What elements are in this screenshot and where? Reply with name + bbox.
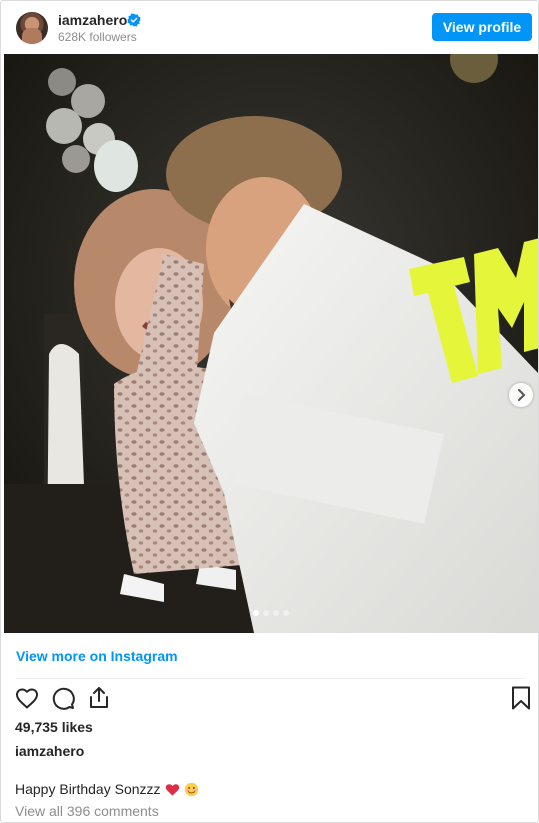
chevron-right-icon bbox=[518, 389, 525, 401]
share-icon[interactable] bbox=[86, 685, 112, 711]
instagram-embed-card: iamzahero 628K followers View profile Vi… bbox=[0, 0, 539, 823]
follower-count: 628K followers bbox=[58, 30, 137, 44]
like-count[interactable]: 49,735 likes bbox=[15, 719, 93, 736]
heart-icon[interactable] bbox=[14, 685, 40, 711]
carousel-dot bbox=[263, 610, 269, 616]
carousel-next-button[interactable] bbox=[509, 383, 533, 407]
caption-author[interactable]: iamzahero bbox=[15, 743, 84, 760]
carousel-dot bbox=[283, 610, 289, 616]
red-heart-emoji bbox=[165, 784, 179, 796]
carousel-indicator bbox=[253, 610, 289, 616]
comment-icon[interactable] bbox=[50, 685, 76, 711]
view-more-link[interactable]: View more on Instagram bbox=[16, 648, 178, 665]
verified-badge-icon bbox=[127, 13, 141, 27]
caption: Happy Birthday Sonzzz bbox=[15, 781, 199, 798]
action-bar bbox=[14, 685, 532, 711]
caption-text: Happy Birthday Sonzzz bbox=[15, 781, 161, 797]
carousel-dot bbox=[273, 610, 279, 616]
header-username[interactable]: iamzahero bbox=[58, 12, 127, 29]
photo-illustration bbox=[4, 54, 538, 633]
view-all-comments-link[interactable]: View all 396 comments bbox=[15, 803, 159, 820]
post-photo[interactable] bbox=[4, 54, 538, 633]
carousel-dot bbox=[253, 610, 259, 616]
divider bbox=[16, 678, 525, 679]
bookmark-icon[interactable] bbox=[508, 685, 534, 711]
post-header: iamzahero 628K followers View profile bbox=[1, 1, 538, 54]
avatar[interactable] bbox=[16, 12, 48, 44]
smiling-face-emoji bbox=[184, 782, 198, 797]
view-profile-button[interactable]: View profile bbox=[432, 13, 532, 41]
